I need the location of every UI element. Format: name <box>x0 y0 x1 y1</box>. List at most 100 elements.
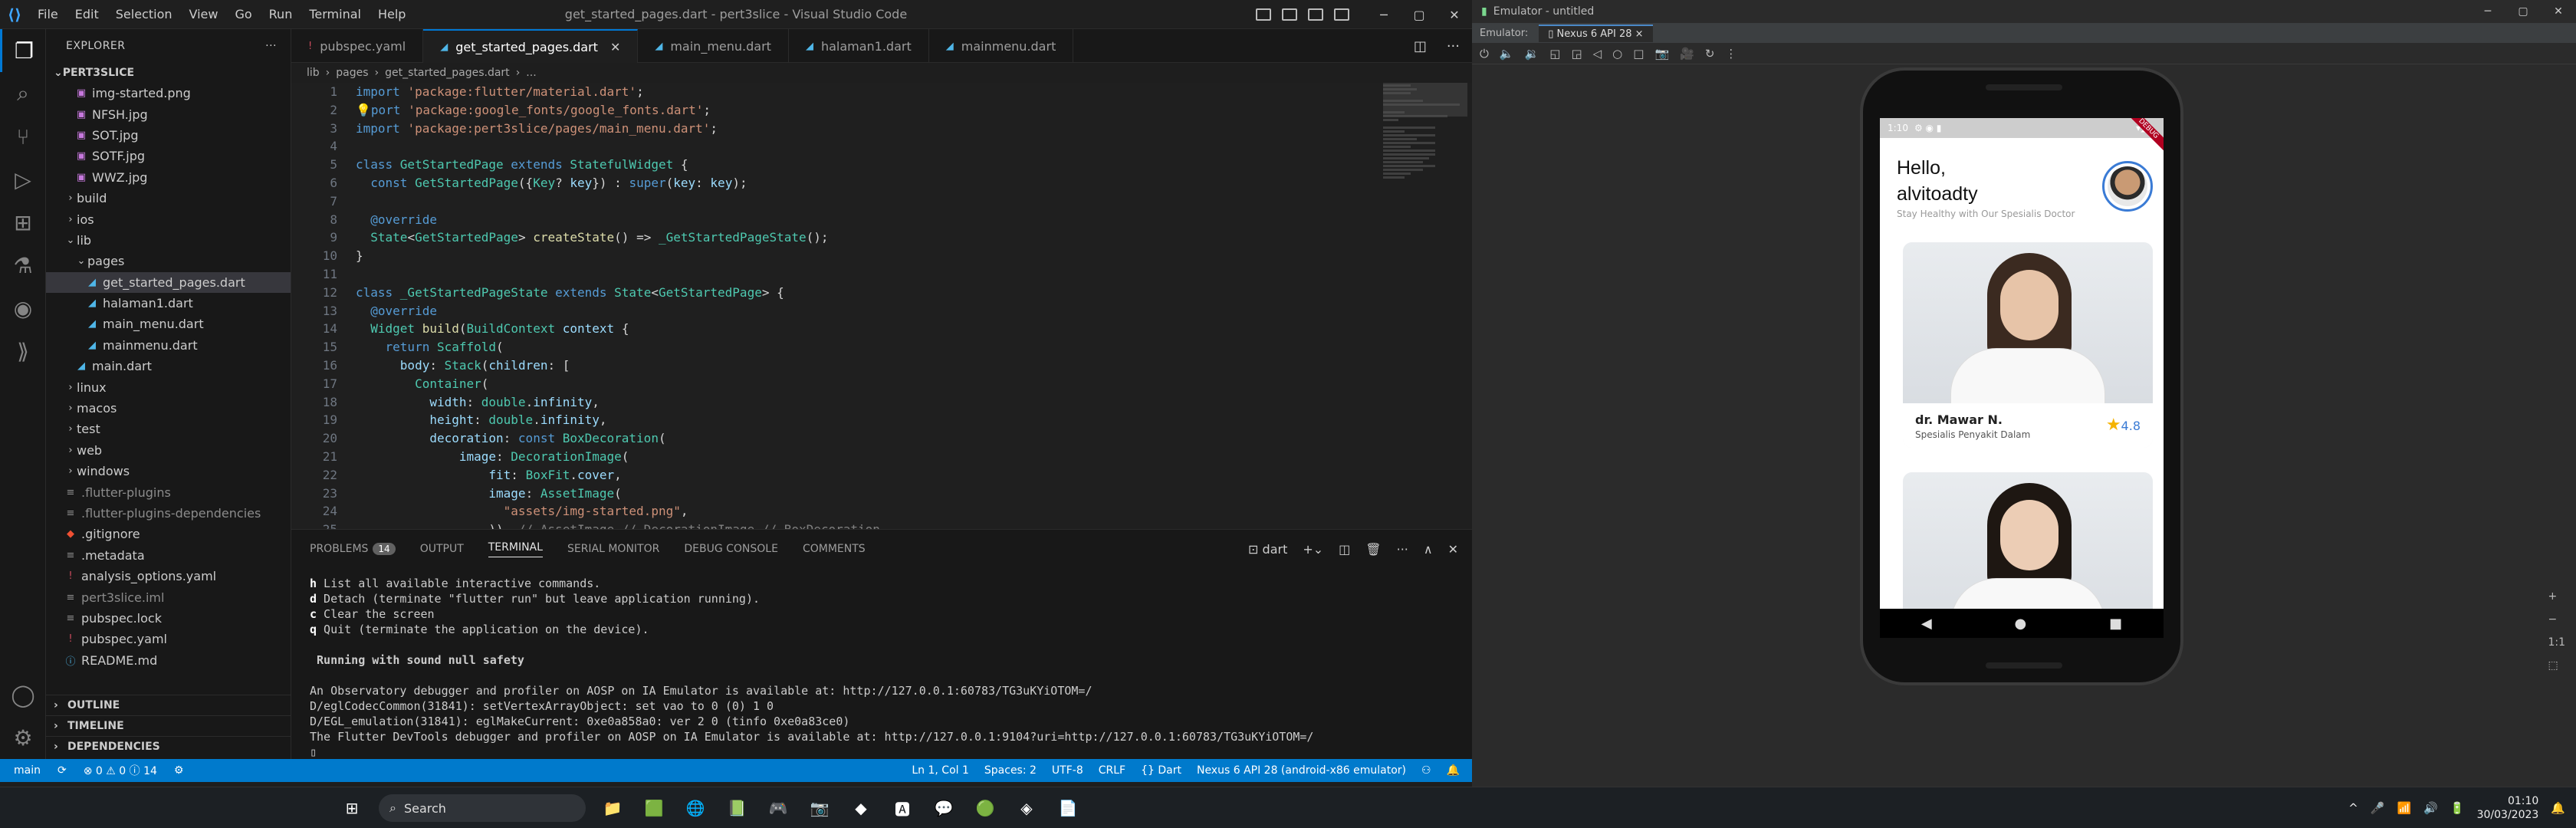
tree-item[interactable]: ▣ WWZ.jpg <box>46 167 291 188</box>
rotate-left-icon[interactable]: ◱ <box>1549 47 1560 61</box>
tree-item[interactable]: ▣ SOTF.jpg <box>46 146 291 166</box>
tree-item[interactable]: ≡ .metadata <box>46 545 291 566</box>
panel-tab-comments[interactable]: COMMENTS <box>803 543 866 555</box>
tree-item[interactable]: ≡ pert3slice.iml <box>46 586 291 607</box>
taskbar-search[interactable]: ⌕ Search <box>379 794 586 822</box>
snapshot-icon[interactable]: ↻ <box>1705 47 1715 61</box>
discord-icon[interactable]: 🎮 <box>764 794 793 823</box>
panel-tab-output[interactable]: OUTPUT <box>420 543 464 555</box>
tree-item[interactable]: ▣ SOT.jpg <box>46 125 291 146</box>
project-root-folder[interactable]: ⌄ PERT3SLICE <box>46 63 291 83</box>
visual-studio-icon[interactable]: ◆ <box>846 794 876 823</box>
close-icon[interactable]: ✕ <box>1437 8 1472 22</box>
tree-item[interactable]: ! pubspec.yaml <box>46 629 291 649</box>
doctor-card[interactable] <box>1903 472 2153 609</box>
panel-tab-terminal[interactable]: TERMINAL <box>488 541 543 557</box>
kill-terminal-icon[interactable]: 🗑 <box>1365 542 1381 557</box>
settings-gear-icon[interactable]: ⚙ <box>0 716 46 759</box>
panel-tab-serial-monitor[interactable]: SERIAL MONITOR <box>567 543 659 555</box>
panel-tab-debug-console[interactable]: DEBUG CONSOLE <box>684 543 778 555</box>
source-control-icon[interactable]: ⑂ <box>0 115 46 158</box>
screenshot-icon[interactable]: 📷 <box>1654 47 1669 61</box>
tree-item[interactable]: ◢ main.dart <box>46 356 291 376</box>
menu-edit[interactable]: Edit <box>67 7 107 21</box>
code-editor[interactable]: 1234567891011121314151617181920212223242… <box>291 83 1472 529</box>
microphone-icon[interactable]: 🎤 <box>2371 801 2385 815</box>
status-right-item[interactable]: Nexus 6 API 28 (android-x86 emulator) <box>1197 764 1406 777</box>
panel-more-icon[interactable]: ··· <box>1397 542 1408 557</box>
explorer-more-icon[interactable]: ··· <box>265 40 277 52</box>
tree-item[interactable]: › windows <box>46 461 291 481</box>
tree-item[interactable]: ≡ .flutter-plugins <box>46 481 291 502</box>
emu-maximize-icon[interactable]: ▢ <box>2505 0 2541 23</box>
nvidia-icon[interactable]: 🟩 <box>639 794 669 823</box>
emu-minimize-icon[interactable]: ─ <box>2470 0 2505 23</box>
file-explorer-icon[interactable]: 📁 <box>598 794 627 823</box>
panel-tab-problems[interactable]: PROBLEMS 14 <box>310 543 396 555</box>
tree-item[interactable]: ⓘ README.md <box>46 650 291 671</box>
run-debug-icon[interactable]: ▷ <box>0 158 46 201</box>
battery-icon[interactable]: 🔋 <box>2450 801 2465 815</box>
toggle-panel-icon[interactable] <box>1282 8 1297 21</box>
close-panel-icon[interactable]: ✕ <box>1448 542 1458 557</box>
tab-pubspec-yaml[interactable]: ! pubspec.yaml <box>291 29 424 63</box>
menu-file[interactable]: File <box>29 7 67 21</box>
menu-help[interactable]: Help <box>370 7 414 21</box>
start-icon[interactable]: ⊞ <box>337 794 366 823</box>
tree-item[interactable]: ◢ get_started_pages.dart <box>46 271 291 293</box>
status-right-item[interactable]: Spaces: 2 <box>984 764 1037 777</box>
breadcrumb-item[interactable]: get_started_pages.dart <box>385 67 510 79</box>
menu-go[interactable]: Go <box>226 7 260 21</box>
nav-back-icon[interactable]: ◀ <box>1921 616 1932 632</box>
tree-item[interactable]: › macos <box>46 398 291 419</box>
zoom-out-icon[interactable]: − <box>2548 613 2565 626</box>
tree-item[interactable]: ! analysis_options.yaml <box>46 566 291 586</box>
section-outline[interactable]: › OUTLINE <box>46 695 291 715</box>
status-right-item[interactable]: 🔔 <box>1447 764 1460 777</box>
menu-selection[interactable]: Selection <box>107 7 181 21</box>
minimize-icon[interactable]: ─ <box>1366 8 1401 22</box>
status-right-item[interactable]: {} Dart <box>1141 764 1181 777</box>
nav-recents-icon[interactable]: ■ <box>2109 616 2122 632</box>
breadcrumb-item[interactable]: ... <box>526 67 536 79</box>
explorer-icon[interactable]: ❐ <box>0 29 46 72</box>
tree-item[interactable]: › test <box>46 419 291 439</box>
status-left-item[interactable]: ⟳ <box>58 764 67 777</box>
menu-view[interactable]: View <box>181 7 227 21</box>
volume-up-icon[interactable]: 🔈 <box>1500 47 1514 61</box>
volume-down-icon[interactable]: 🔉 <box>1525 47 1539 61</box>
split-editor-icon[interactable]: ◫ <box>1414 38 1427 54</box>
account-icon[interactable]: ◯ <box>0 673 46 716</box>
breadcrumb-item[interactable]: pages <box>336 67 368 79</box>
show-hidden-icon[interactable]: ^ <box>2348 801 2358 815</box>
screen-record-icon[interactable]: 🎥 <box>1680 47 1694 61</box>
excel-icon[interactable]: 📗 <box>722 794 751 823</box>
power-icon[interactable]: ⏻ <box>1480 47 1489 61</box>
minimap[interactable] <box>1383 83 1467 389</box>
tree-item[interactable]: › ios <box>46 209 291 229</box>
tab-main-menu-dart[interactable]: ◢ main_menu.dart <box>638 29 789 63</box>
terminal-output[interactable]: h List all available interactive command… <box>310 576 1460 760</box>
wifi-icon[interactable]: 📶 <box>2397 801 2412 815</box>
more-actions-icon[interactable]: ··· <box>1447 38 1460 54</box>
section-dependencies[interactable]: › DEPENDENCIES <box>46 736 291 757</box>
maximize-icon[interactable]: ▢ <box>1401 8 1437 22</box>
split-terminal-icon[interactable]: ◫ <box>1339 542 1350 557</box>
notification-icon[interactable]: 🔔 <box>2551 801 2565 815</box>
status-left-item[interactable]: ⊗ 0 ⚠ 0 ⓘ 14 <box>84 763 157 778</box>
menu-terminal[interactable]: Terminal <box>301 7 370 21</box>
clock[interactable]: 01:10 30/03/2023 <box>2477 794 2539 822</box>
github-icon[interactable]: ◉ <box>0 287 46 330</box>
whatsapp-icon[interactable]: 💬 <box>929 794 958 823</box>
new-terminal-icon[interactable]: +⌄ <box>1303 542 1323 557</box>
notes-icon[interactable]: 📄 <box>1053 794 1083 823</box>
photos-icon[interactable]: 📷 <box>805 794 834 823</box>
chrome-icon[interactable]: 🌐 <box>681 794 710 823</box>
terminal-shell-label[interactable]: ⊡ dart <box>1248 542 1287 557</box>
tree-item[interactable]: › build <box>46 188 291 209</box>
menu-run[interactable]: Run <box>261 7 301 21</box>
status-left-item[interactable]: main <box>14 764 41 777</box>
tree-item[interactable]: ◆ .gitignore <box>46 524 291 544</box>
more-icon[interactable]: ⋮ <box>1725 47 1737 61</box>
home-icon[interactable]: ○ <box>1612 47 1622 61</box>
